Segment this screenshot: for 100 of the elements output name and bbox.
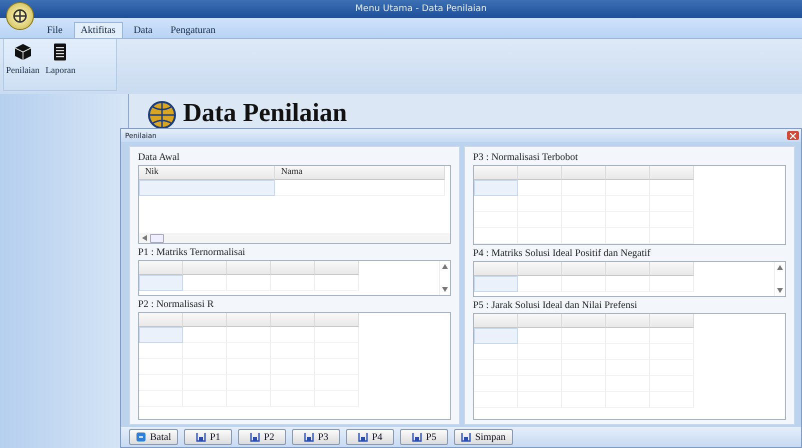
table-cell	[650, 328, 694, 344]
column-header[interactable]	[606, 262, 650, 276]
globe-logo-icon	[145, 98, 179, 128]
column-header[interactable]	[562, 166, 606, 180]
column-header[interactable]	[271, 313, 315, 328]
table-cell	[183, 327, 227, 344]
toolbar-button[interactable]: Batal	[129, 429, 178, 445]
column-header[interactable]	[650, 166, 694, 180]
group-label: P2 : Normalisasi R	[138, 299, 215, 310]
save-icon	[304, 432, 314, 442]
scroll-up-icon[interactable]	[442, 264, 448, 270]
table-cell	[562, 328, 606, 344]
table-cell	[562, 276, 606, 292]
table-cell	[650, 276, 694, 292]
menu-tab[interactable]: Aktifitas	[74, 22, 123, 38]
table-cell	[474, 276, 518, 292]
data-grid[interactable]	[473, 312, 786, 420]
ribbon-button[interactable]: Laporan	[46, 43, 76, 86]
table-cell	[518, 196, 562, 212]
column-header[interactable]	[315, 313, 359, 328]
table-cell	[518, 344, 562, 360]
column-header[interactable]	[518, 314, 562, 328]
cube-icon	[14, 43, 32, 61]
table-cell	[139, 391, 183, 408]
page-title: Data Penilaian	[183, 98, 347, 128]
column-header[interactable]	[183, 313, 227, 328]
toolbar-button[interactable]: P2	[238, 429, 286, 445]
table-cell	[315, 275, 359, 292]
vertical-scrollbar[interactable]	[439, 261, 450, 296]
save-icon	[412, 432, 422, 442]
toolbar-button[interactable]: P1	[184, 429, 232, 445]
table-cell	[474, 392, 518, 408]
table-cell	[271, 327, 315, 344]
menu-tab[interactable]: Pengaturan	[163, 22, 222, 38]
scroll-thumb[interactable]	[150, 234, 164, 243]
data-grid[interactable]: Nik Nama	[138, 165, 451, 244]
table-cell	[474, 328, 518, 344]
column-header[interactable]	[139, 261, 183, 276]
save-icon	[250, 432, 260, 442]
scroll-up-icon[interactable]	[777, 265, 783, 270]
table-cell	[474, 228, 518, 244]
toolbar-button[interactable]: P4	[346, 429, 394, 445]
column-header[interactable]	[518, 166, 562, 180]
table-cell	[518, 180, 562, 196]
data-grid[interactable]	[473, 165, 786, 245]
column-header[interactable]	[650, 314, 694, 328]
table-cell	[606, 228, 650, 244]
column-header[interactable]	[562, 262, 606, 276]
document-icon	[53, 43, 68, 61]
column-header[interactable]	[518, 262, 562, 276]
data-grid[interactable]	[138, 260, 451, 296]
group-label: P1 : Matriks Ternormalisai	[138, 247, 246, 258]
save-icon	[358, 432, 368, 442]
data-grid[interactable]	[473, 261, 786, 297]
toolbar-button[interactable]: P3	[292, 429, 340, 445]
table-cell	[183, 343, 227, 360]
table-cell	[139, 275, 183, 292]
table-cell	[606, 276, 650, 292]
group-label: P5 : Jarak Solusi Ideal dan Nilai Prefensi	[473, 300, 638, 311]
column-header[interactable]	[474, 314, 518, 328]
column-header[interactable]	[271, 261, 315, 276]
horizontal-scrollbar[interactable]	[139, 233, 450, 244]
table-cell	[474, 180, 518, 196]
table-cell	[139, 359, 183, 376]
vertical-scrollbar[interactable]	[774, 262, 785, 296]
column-header[interactable]: Nama	[275, 166, 445, 180]
column-header[interactable]	[315, 261, 359, 276]
column-header[interactable]	[650, 262, 694, 276]
column-header[interactable]	[474, 166, 518, 180]
column-header[interactable]	[183, 261, 227, 276]
table-cell	[474, 212, 518, 228]
column-header[interactable]	[227, 313, 271, 328]
table-cell	[606, 180, 650, 196]
table-cell	[474, 344, 518, 360]
column-header[interactable]	[474, 262, 518, 276]
column-header[interactable]	[606, 314, 650, 328]
toolbar-button[interactable]: P5	[400, 429, 448, 445]
data-grid[interactable]	[138, 312, 451, 420]
scroll-down-icon[interactable]	[777, 288, 783, 293]
column-header[interactable]	[139, 313, 183, 328]
scroll-down-icon[interactable]	[442, 287, 448, 292]
table-cell	[139, 327, 183, 344]
group-label: P3 : Normalisasi Terbobot	[473, 152, 579, 163]
column-header[interactable]	[606, 166, 650, 180]
close-icon[interactable]	[787, 131, 799, 140]
group-label: P4 : Matriks Solusi Ideal Positif dan Negatif	[473, 248, 652, 259]
table-cell	[474, 360, 518, 376]
menu-tab[interactable]: File	[40, 22, 70, 38]
scroll-left-icon[interactable]	[142, 235, 147, 242]
table-cell	[183, 275, 227, 292]
ribbon-button[interactable]: Penilaian	[6, 43, 40, 86]
column-header[interactable]	[227, 261, 271, 276]
menu-tab[interactable]: Data	[126, 22, 160, 38]
table-cell	[518, 276, 562, 292]
app-logo-icon[interactable]	[6, 2, 34, 30]
save-icon	[461, 432, 472, 442]
toolbar-button[interactable]: Simpan	[454, 429, 513, 445]
table-cell	[139, 375, 183, 392]
column-header[interactable]: Nik	[139, 166, 275, 180]
column-header[interactable]	[562, 314, 606, 328]
